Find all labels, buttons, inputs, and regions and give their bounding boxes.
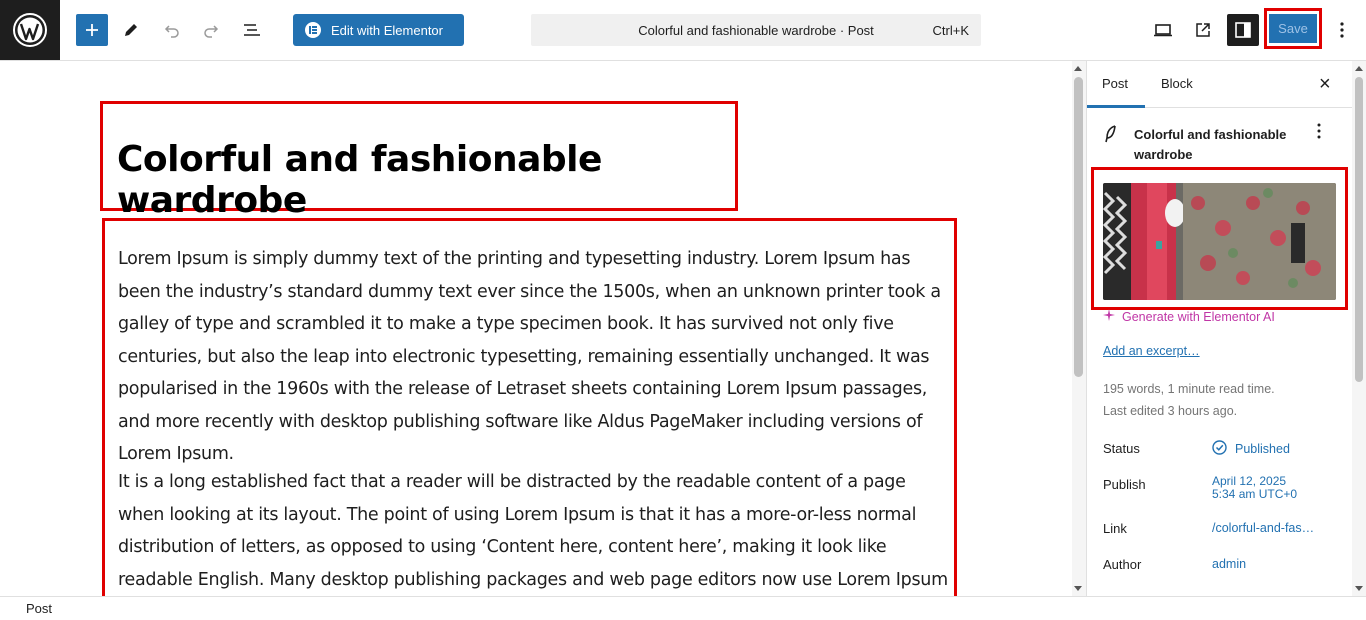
paragraph-block[interactable]: Lorem Ipsum is simply dummy text of the … bbox=[118, 243, 953, 471]
options-button[interactable] bbox=[1326, 14, 1358, 46]
pencil-icon bbox=[125, 24, 137, 36]
sidebar-scrollbar[interactable] bbox=[1352, 61, 1366, 596]
featured-image-highlight bbox=[1091, 167, 1348, 310]
block-breadcrumb-bar: Post bbox=[0, 596, 1366, 620]
post-icon bbox=[1103, 125, 1119, 146]
tab-post[interactable]: Post bbox=[1102, 76, 1128, 91]
view-button[interactable] bbox=[1147, 14, 1179, 46]
scroll-thumb[interactable] bbox=[1074, 77, 1083, 377]
document-actions-icon[interactable] bbox=[1317, 123, 1321, 144]
publish-label: Publish bbox=[1103, 477, 1146, 492]
document-overview-button[interactable] bbox=[236, 14, 268, 46]
scroll-down-icon[interactable] bbox=[1074, 586, 1082, 591]
scroll-thumb[interactable] bbox=[1355, 77, 1363, 382]
external-link-icon bbox=[1196, 23, 1210, 37]
author-label: Author bbox=[1103, 557, 1142, 572]
content-highlight: Lorem Ipsum is simply dummy text of the … bbox=[102, 218, 957, 596]
settings-button[interactable] bbox=[1227, 14, 1259, 46]
desktop-icon bbox=[1154, 24, 1172, 37]
elementor-icon bbox=[305, 22, 321, 38]
status-text: Published bbox=[1235, 442, 1290, 456]
editor-canvas: Colorful and fashionable wardrobe Lorem … bbox=[0, 61, 1072, 596]
scroll-up-icon[interactable] bbox=[1355, 66, 1363, 71]
status-label: Status bbox=[1103, 441, 1140, 456]
document-title: Colorful and fashionable wardrobe bbox=[1134, 127, 1287, 162]
command-palette-bar[interactable]: Colorful and fashionable wardrobe · Post… bbox=[531, 14, 981, 46]
keyboard-shortcut: Ctrl+K bbox=[932, 22, 969, 38]
edit-with-elementor-button[interactable]: Edit with Elementor bbox=[293, 14, 464, 46]
save-button[interactable]: Save bbox=[1269, 14, 1317, 43]
editor-scrollbar[interactable] bbox=[1072, 61, 1086, 596]
view-post-button[interactable] bbox=[1187, 14, 1219, 46]
undo-icon bbox=[164, 25, 179, 38]
tab-block[interactable]: Block bbox=[1161, 76, 1193, 91]
close-icon[interactable]: × bbox=[1319, 73, 1331, 96]
breadcrumb[interactable]: Post bbox=[26, 601, 52, 616]
tools-button[interactable] bbox=[115, 14, 147, 46]
published-check-icon bbox=[1212, 440, 1227, 458]
list-view-icon bbox=[244, 24, 260, 36]
permalink-value[interactable]: /colorful-and-fas… bbox=[1212, 521, 1314, 535]
last-edited: Last edited 3 hours ago. bbox=[1103, 404, 1238, 418]
author-value[interactable]: admin bbox=[1212, 557, 1246, 571]
elementor-button-label: Edit with Elementor bbox=[331, 22, 443, 38]
undo-button[interactable] bbox=[156, 14, 188, 46]
scroll-up-icon[interactable] bbox=[1074, 66, 1082, 71]
sidebar-toggle-icon bbox=[1235, 22, 1251, 38]
link-label: Link bbox=[1103, 521, 1127, 536]
save-highlight: Save bbox=[1264, 8, 1322, 49]
settings-sidebar: Post Block × Colorful and fashionable wa… bbox=[1086, 61, 1352, 596]
publish-time: 5:34 am UTC+0 bbox=[1212, 487, 1298, 501]
plus-icon bbox=[86, 24, 98, 36]
redo-icon bbox=[204, 25, 219, 38]
active-tab-indicator bbox=[1087, 105, 1145, 108]
wordpress-logo-icon[interactable] bbox=[0, 0, 60, 60]
status-value[interactable]: Published bbox=[1212, 440, 1290, 458]
sidebar-tabs: Post Block × bbox=[1087, 61, 1352, 108]
document-title-bar: Colorful and fashionable wardrobe · Post bbox=[638, 22, 874, 38]
sparkle-icon bbox=[1103, 309, 1115, 324]
redo-button[interactable] bbox=[195, 14, 227, 46]
add-block-button[interactable] bbox=[76, 14, 108, 46]
generate-ai-link[interactable]: Generate with Elementor AI bbox=[1103, 309, 1275, 324]
title-highlight: Colorful and fashionable wardrobe bbox=[100, 101, 738, 221]
scroll-down-icon[interactable] bbox=[1355, 586, 1363, 591]
publish-date-value[interactable]: April 12, 2025 5:34 am UTC+0 bbox=[1212, 475, 1297, 501]
add-excerpt-link[interactable]: Add an excerpt… bbox=[1103, 344, 1200, 358]
word-count: 195 words, 1 minute read time. bbox=[1103, 382, 1275, 396]
featured-image[interactable] bbox=[1103, 183, 1336, 300]
editor-toolbar: Edit with Elementor Colorful and fashion… bbox=[0, 0, 1366, 61]
post-stats: 195 words, 1 minute read time. Last edit… bbox=[1103, 378, 1275, 422]
paragraph-block[interactable]: It is a long established fact that a rea… bbox=[118, 466, 953, 596]
generate-ai-label: Generate with Elementor AI bbox=[1122, 309, 1275, 324]
vertical-ellipsis-icon bbox=[1340, 22, 1344, 38]
post-title[interactable]: Colorful and fashionable wardrobe bbox=[117, 139, 735, 221]
